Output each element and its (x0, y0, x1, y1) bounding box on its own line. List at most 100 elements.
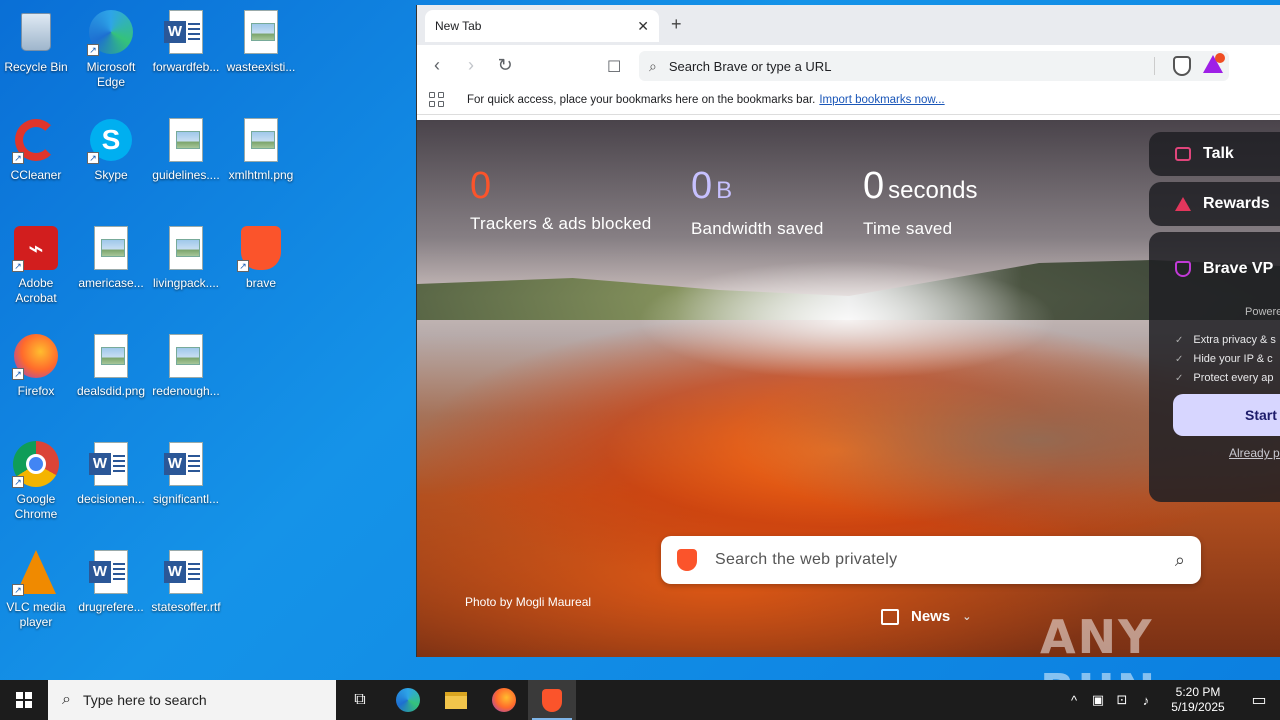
shortcut-arrow-icon: ↗ (12, 584, 24, 596)
brave-shields-icon[interactable] (1173, 56, 1191, 76)
system-tray: ^ ▣ ⊡ ♪ 5:20 PM 5/19/2025 ▭ (1062, 680, 1280, 720)
news-label: News (911, 608, 951, 625)
shortcut-arrow-icon: ↗ (87, 44, 99, 56)
search-icon[interactable]: ⌕ (1175, 550, 1185, 571)
web-search-box[interactable]: Search the web privately ⌕ (661, 536, 1201, 584)
shortcut-arrow-icon: ↗ (12, 260, 24, 272)
rewards-triangle-icon (1175, 197, 1191, 211)
desktop-icon[interactable]: ↗ CCleaner (0, 116, 73, 183)
forward-button[interactable]: › (461, 55, 481, 76)
vpn-start-button[interactable]: Start (1173, 394, 1280, 436)
ccleaner-icon: ↗ (12, 116, 60, 164)
taskbar-edge[interactable] (384, 680, 432, 720)
shortcut-arrow-icon: ↗ (87, 152, 99, 164)
desktop-icon[interactable]: wasteexisti... (224, 8, 298, 75)
clock[interactable]: 5:20 PM 5/19/2025 (1158, 685, 1238, 715)
desktop-icon-label: americase... (78, 276, 144, 290)
chevron-down-icon: ⌄ (962, 611, 972, 623)
desktop-icon[interactable]: S ↗ Skype (74, 116, 148, 183)
desktop-icon[interactable]: Wdrugrefere... (74, 548, 148, 615)
desktop-icon[interactable]: Wstatesoffer.rtf (149, 548, 223, 615)
clock-time: 5:20 PM (1175, 685, 1221, 699)
network-icon[interactable]: ⊡ (1110, 692, 1134, 708)
task-view-button[interactable]: ⧉ (336, 680, 384, 720)
news-button[interactable]: News ⌄ (881, 608, 971, 625)
desktop-icon-label: CCleaner (10, 168, 62, 182)
desktop-icon-label: Firefox (17, 384, 55, 398)
desktop-icon[interactable]: xmlhtml.png (224, 116, 298, 183)
desktop-icon[interactable]: Wforwardfeb... (149, 8, 223, 75)
desktop-icon[interactable]: Recycle Bin (0, 8, 73, 75)
desktop-icon-label: Skype (94, 168, 128, 182)
time-unit: seconds (888, 177, 978, 204)
desktop-icon[interactable]: ⌁ ↗ Adobe Acrobat (0, 224, 73, 306)
taskbar-search[interactable]: ⌕ Type here to search (48, 680, 336, 720)
time-count: 0 (863, 165, 885, 207)
chevron-up-icon[interactable]: ^ (1062, 693, 1086, 708)
desktop-icon-label: wasteexisti... (226, 60, 296, 74)
desktop-icon[interactable]: ↗ Google Chrome (0, 440, 73, 522)
volume-icon[interactable]: ♪ (1134, 693, 1158, 708)
desktop-icon[interactable]: ↗ brave (224, 224, 298, 291)
vpn-feature: Hide your IP & c (1175, 353, 1280, 365)
taskbar-firefox[interactable] (480, 680, 528, 720)
shortcut-arrow-icon: ↗ (12, 152, 24, 164)
word-doc-icon: W (87, 548, 135, 596)
firefox-icon (492, 688, 516, 712)
import-bookmarks-link[interactable]: Import bookmarks now... (819, 94, 944, 106)
shortcut-arrow-icon: ↗ (237, 260, 249, 272)
bandwidth-unit: B (716, 177, 733, 204)
desktop-icon[interactable]: guidelines.... (149, 116, 223, 183)
recycle-bin-icon (12, 8, 60, 56)
desktop-icon-label: livingpack.... (152, 276, 220, 290)
bookmarks-bar: For quick access, place your bookmarks h… (417, 85, 1280, 115)
vlc-icon: ↗ (12, 548, 60, 596)
back-button[interactable]: ‹ (427, 55, 447, 76)
stat-trackers: 0 Trackers & ads blocked (470, 164, 651, 234)
start-button[interactable] (0, 680, 48, 720)
new-tab-button[interactable]: + (671, 14, 682, 35)
desktop-icon[interactable]: ↗ Microsoft Edge (74, 8, 148, 90)
acrobat-icon: ⌁ ↗ (12, 224, 60, 272)
vpn-already-purchased-link[interactable]: Already purch (1175, 446, 1280, 460)
image-file-icon (162, 116, 210, 164)
desktop-icon-label: Microsoft Edge (86, 60, 136, 89)
background-photo-mist (637, 260, 1057, 380)
taskbar-file-explorer[interactable] (432, 680, 480, 720)
desktop-icon[interactable]: ↗ VLC media player (0, 548, 73, 630)
desktop-icon[interactable]: ↗ Firefox (0, 332, 73, 399)
desktop-icon[interactable]: redenough... (149, 332, 223, 399)
desktop-icon[interactable]: livingpack.... (149, 224, 223, 291)
device-icon[interactable]: ▣ (1086, 692, 1110, 708)
talk-widget[interactable]: Talk (1149, 132, 1280, 176)
photo-credit[interactable]: Photo by Mogli Maureal (465, 595, 591, 609)
apps-grid-icon[interactable] (429, 91, 445, 108)
image-file-icon (237, 8, 285, 56)
chrome-icon: ↗ (12, 440, 60, 488)
talk-title: Talk (1203, 145, 1234, 162)
desktop-icon[interactable]: dealsdid.png (74, 332, 148, 399)
reload-button[interactable]: ↻ (495, 55, 515, 76)
skype-icon: S ↗ (87, 116, 135, 164)
rewards-title: Rewards (1203, 195, 1270, 212)
desktop-icon[interactable]: Wsignificantl... (149, 440, 223, 507)
firefox-icon: ↗ (12, 332, 60, 380)
word-doc-icon: W (162, 548, 210, 596)
bookmark-icon[interactable]: ☐ (607, 57, 621, 77)
rewards-widget[interactable]: Rewards (1149, 182, 1280, 226)
notification-icon[interactable]: ▭ (1238, 690, 1280, 710)
desktop-icon-label: statesoffer.rtf (151, 600, 221, 614)
taskbar-brave[interactable] (528, 680, 576, 720)
new-tab-page: 0 Trackers & ads blocked 0B Bandwidth sa… (417, 120, 1280, 657)
word-doc-icon: W (162, 8, 210, 56)
desktop-icon-label: Adobe Acrobat (15, 276, 57, 305)
brave-icon (542, 688, 562, 712)
address-bar[interactable]: ⌕ Search Brave or type a URL (639, 51, 1229, 81)
stat-time: 0 seconds Time saved (863, 164, 978, 239)
tab-new-tab[interactable]: New Tab ✕ (425, 10, 659, 42)
desktop-icon[interactable]: americase... (74, 224, 148, 291)
close-tab-icon[interactable]: ✕ (637, 18, 649, 35)
desktop-icon-label: forwardfeb... (152, 60, 220, 74)
desktop-icon[interactable]: Wdecisionen... (74, 440, 148, 507)
vpn-feature-list: Extra privacy & s Hide your IP & c Prote… (1175, 334, 1280, 384)
